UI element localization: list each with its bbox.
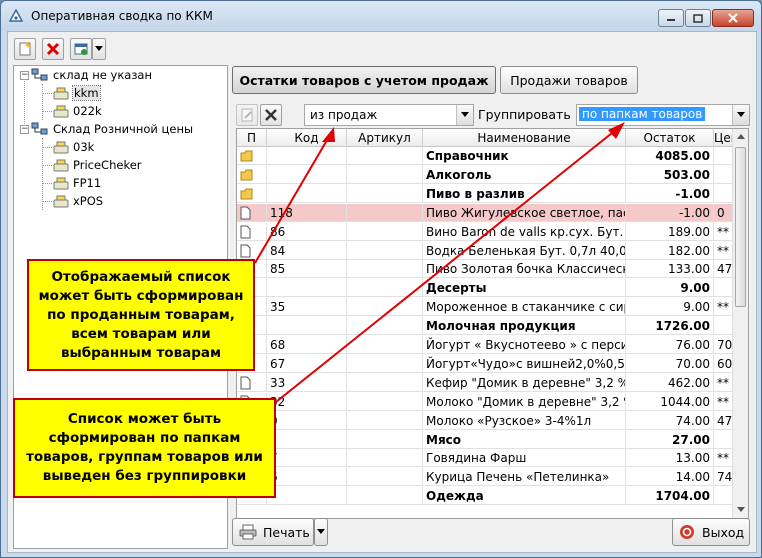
arrowhead <box>322 127 335 142</box>
app-window: Оперативная сводка по ККМ − − склад не у… <box>0 0 762 558</box>
annotation-arrows <box>254 122 625 403</box>
arrow-to-source-select <box>254 134 331 264</box>
arrowhead <box>608 122 625 139</box>
arrow-to-grouping-select <box>275 128 618 403</box>
